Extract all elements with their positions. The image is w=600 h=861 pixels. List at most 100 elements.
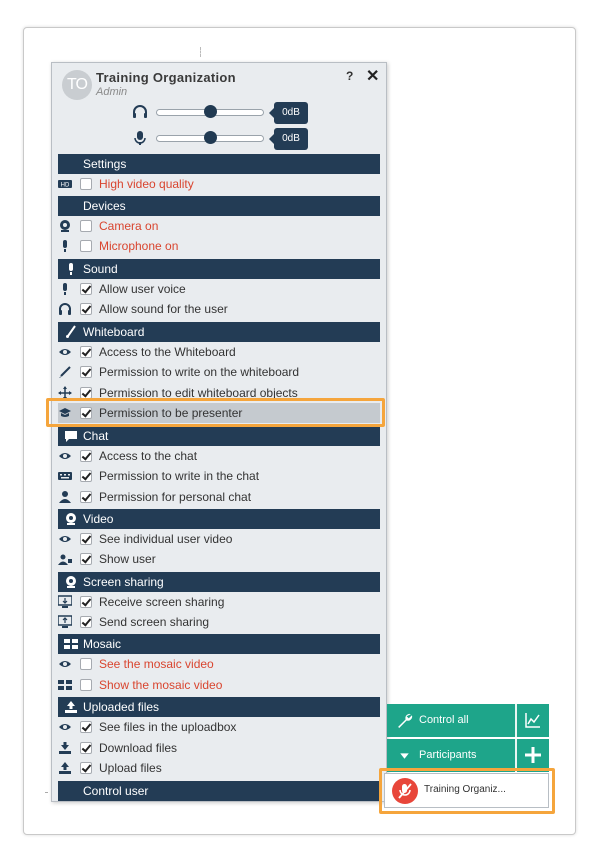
speaker-db-readout: 0dB xyxy=(269,102,308,124)
checkbox[interactable] xyxy=(80,303,92,315)
option-see-video[interactable]: See individual user video xyxy=(58,529,380,549)
checkbox[interactable] xyxy=(80,533,92,545)
eye-icon xyxy=(59,536,71,542)
option-label: See individual user video xyxy=(99,532,233,546)
caret-down-icon xyxy=(400,753,409,759)
option-label: See files in the uploadbox xyxy=(99,720,237,734)
option-label: Permission to write on the whiteboard xyxy=(99,365,300,379)
mic-db-readout: 0dB xyxy=(269,128,308,150)
microphone-icon xyxy=(63,283,67,295)
wrench-icon xyxy=(398,713,413,728)
option-label: High video quality xyxy=(99,177,194,191)
option-high-video-quality[interactable]: HD High video quality xyxy=(58,174,380,194)
option-microphone-on[interactable]: Microphone on xyxy=(58,236,380,256)
highlight-frame xyxy=(46,398,385,427)
section-title: Uploaded files xyxy=(83,700,160,714)
checkbox[interactable] xyxy=(80,220,92,232)
microphone-icon xyxy=(134,131,146,145)
section-devices[interactable]: Devices xyxy=(58,196,380,216)
mosaic-icon xyxy=(64,639,78,649)
option-camera-on[interactable]: Camera on xyxy=(58,216,380,236)
section-uploaded-files[interactable]: Uploaded files xyxy=(58,697,380,717)
option-access-whiteboard[interactable]: Access to the Whiteboard xyxy=(58,342,380,362)
checkbox[interactable] xyxy=(80,596,92,608)
checkbox[interactable] xyxy=(80,450,92,462)
checkbox[interactable] xyxy=(80,658,92,670)
section-title: Settings xyxy=(83,157,127,171)
checkbox[interactable] xyxy=(80,762,92,774)
mic-volume-control: 0dB xyxy=(132,128,312,150)
highlight-frame xyxy=(379,768,555,814)
option-show-mosaic[interactable]: Show the mosaic video xyxy=(58,675,380,695)
option-receive-screen[interactable]: Receive screen sharing xyxy=(58,592,380,612)
option-label: Show user xyxy=(99,552,156,566)
checkbox[interactable] xyxy=(80,470,92,482)
checkbox[interactable] xyxy=(80,240,92,252)
option-label: Permission to write in the chat xyxy=(99,469,260,483)
option-send-screen[interactable]: Send screen sharing xyxy=(58,612,380,632)
close-button[interactable]: ✕ xyxy=(366,66,379,86)
checkbox[interactable] xyxy=(80,283,92,295)
panel-header: TO Training Organization Admin ? ✕ 0dB 0… xyxy=(52,63,386,153)
pen-icon xyxy=(59,366,71,378)
checkbox[interactable] xyxy=(80,721,92,733)
option-label: Download files xyxy=(99,741,178,755)
option-label: Send screen sharing xyxy=(99,615,210,629)
webcam-icon xyxy=(60,220,70,232)
checkbox[interactable] xyxy=(80,491,92,503)
option-access-chat[interactable]: Access to the chat xyxy=(58,446,380,466)
hd-icon: HD xyxy=(58,180,72,189)
option-upload-files[interactable]: Upload files xyxy=(58,758,380,778)
option-see-files[interactable]: See files in the uploadbox xyxy=(58,717,380,737)
option-write-whiteboard[interactable]: Permission to write on the whiteboard xyxy=(58,362,380,382)
checkbox[interactable] xyxy=(80,366,92,378)
plus-icon xyxy=(525,747,541,763)
section-mosaic[interactable]: Mosaic xyxy=(58,634,380,654)
section-title: Video xyxy=(83,512,114,526)
section-video[interactable]: Video xyxy=(58,509,380,529)
section-title: Screen sharing xyxy=(83,575,164,589)
monitor-icon xyxy=(58,615,72,628)
checkbox[interactable] xyxy=(80,616,92,628)
section-whiteboard[interactable]: Whiteboard xyxy=(58,322,380,342)
option-see-mosaic[interactable]: See the mosaic video xyxy=(58,654,380,674)
option-show-user[interactable]: Show user xyxy=(58,549,380,569)
option-label: See the mosaic video xyxy=(99,657,214,671)
help-button[interactable]: ? xyxy=(346,69,353,83)
option-write-chat[interactable]: Permission to write in the chat xyxy=(58,466,380,486)
section-title: Mosaic xyxy=(83,637,122,651)
speaker-volume-handle[interactable] xyxy=(203,105,217,118)
option-label: Upload files xyxy=(99,761,162,775)
microphone-icon xyxy=(63,240,67,252)
eye-icon xyxy=(59,453,71,459)
section-screen-sharing[interactable]: Screen sharing xyxy=(58,572,380,592)
section-control-user[interactable]: Control user xyxy=(58,781,380,801)
participants-label: Participants xyxy=(419,749,477,761)
user-icon xyxy=(59,491,71,503)
checkbox[interactable] xyxy=(80,553,92,565)
eye-icon xyxy=(59,661,71,667)
user-settings-panel: TO Training Organization Admin ? ✕ 0dB 0… xyxy=(51,62,387,802)
download-icon xyxy=(59,742,71,754)
option-personal-chat[interactable]: Permission for personal chat xyxy=(58,487,380,507)
section-sound[interactable]: Sound xyxy=(58,259,380,279)
mic-volume-handle[interactable] xyxy=(203,131,217,144)
avatar: TO xyxy=(62,70,92,100)
section-chat[interactable]: Chat xyxy=(58,426,380,446)
section-settings[interactable]: Settings xyxy=(58,154,380,174)
eye-icon xyxy=(59,349,71,355)
option-label: Microphone on xyxy=(99,239,179,253)
option-allow-user-voice[interactable]: Allow user voice xyxy=(58,279,380,299)
option-label: Allow user voice xyxy=(99,282,186,296)
checkbox[interactable] xyxy=(80,346,92,358)
checkbox[interactable] xyxy=(80,178,92,190)
checkbox[interactable] xyxy=(80,679,92,691)
checkbox[interactable] xyxy=(80,742,92,754)
option-allow-sound[interactable]: Allow sound for the user xyxy=(58,299,380,319)
control-all-button[interactable]: Control all xyxy=(387,704,515,737)
stats-button[interactable] xyxy=(517,704,549,737)
upload-icon xyxy=(65,701,77,713)
option-label: Receive screen sharing xyxy=(99,595,225,609)
headphones-icon xyxy=(59,303,71,315)
option-download-files[interactable]: Download files xyxy=(58,738,380,758)
